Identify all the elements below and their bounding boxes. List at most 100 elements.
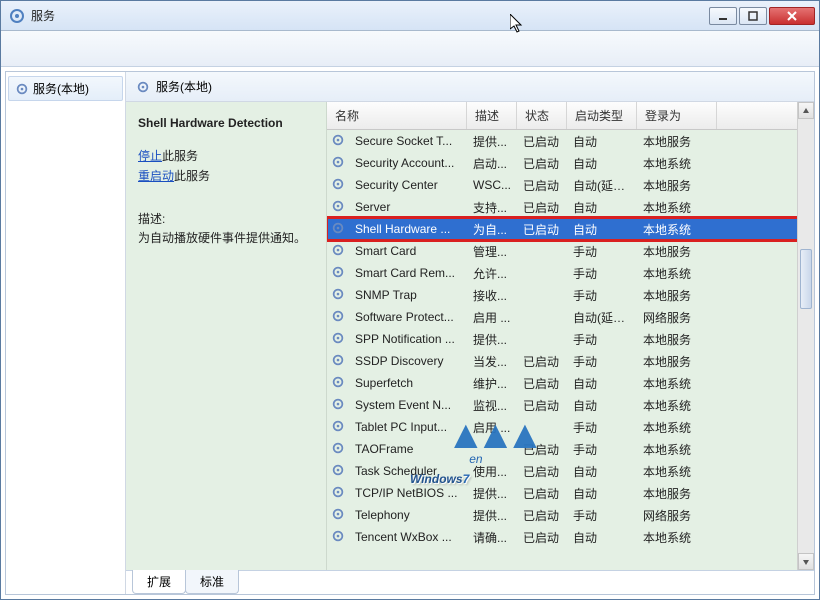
gear-icon	[331, 419, 345, 436]
restart-suffix: 此服务	[174, 169, 210, 183]
stop-suffix: 此服务	[162, 149, 198, 163]
cell-desc: WSC...	[467, 178, 517, 192]
scroll-up-button[interactable]	[798, 102, 814, 119]
cell-name: SNMP Trap	[349, 288, 467, 302]
cell-logon: 本地系统	[637, 529, 717, 546]
table-row[interactable]: Shell Hardware ...为自...已启动自动本地系统	[327, 218, 814, 240]
cell-status: 已启动	[517, 441, 567, 458]
cell-startup: 手动	[567, 419, 637, 436]
cell-status: 已启动	[517, 221, 567, 238]
gear-icon	[331, 375, 345, 392]
cell-name: Smart Card	[349, 244, 467, 258]
gear-icon	[331, 353, 345, 370]
cell-startup: 自动	[567, 221, 637, 238]
window-buttons	[709, 7, 815, 25]
cell-startup: 自动	[567, 133, 637, 150]
titlebar[interactable]: 服务	[1, 1, 819, 31]
cell-logon: 本地系统	[637, 265, 717, 282]
table-row[interactable]: Superfetch维护...已启动自动本地系统	[327, 372, 814, 394]
cell-startup: 手动	[567, 243, 637, 260]
cell-logon: 本地服务	[637, 331, 717, 348]
cell-logon: 本地服务	[637, 243, 717, 260]
tab-standard[interactable]: 标准	[185, 570, 239, 594]
table-row[interactable]: SNMP Trap接收...手动本地服务	[327, 284, 814, 306]
scroll-thumb[interactable]	[800, 249, 812, 309]
table-row[interactable]: Security CenterWSC...已启动自动(延迟...本地服务	[327, 174, 814, 196]
gear-icon	[331, 463, 345, 480]
tree-root-item[interactable]: 服务(本地)	[8, 76, 123, 101]
cell-logon: 本地服务	[637, 177, 717, 194]
cell-logon: 本地服务	[637, 133, 717, 150]
tab-extended[interactable]: 扩展	[132, 570, 186, 594]
stop-link[interactable]: 停止	[138, 149, 162, 163]
cell-startup: 手动	[567, 353, 637, 370]
table-row[interactable]: Tablet PC Input...启用 ...手动本地系统	[327, 416, 814, 438]
cell-logon: 网络服务	[637, 507, 717, 524]
cell-name: Task Scheduler	[349, 464, 467, 478]
toolbar	[1, 31, 819, 67]
table-row[interactable]: TAOFrame已启动手动本地系统	[327, 438, 814, 460]
scroll-track[interactable]	[798, 119, 814, 553]
cell-name: TAOFrame	[349, 442, 467, 456]
cell-status: 已启动	[517, 353, 567, 370]
close-button[interactable]	[769, 7, 815, 25]
tree-root-label: 服务(本地)	[33, 80, 89, 97]
table-row[interactable]: System Event N...监视...已启动自动本地系统	[327, 394, 814, 416]
view-tabs: 扩展 标准	[126, 570, 814, 594]
gear-icon	[331, 133, 345, 150]
minimize-button[interactable]	[709, 7, 737, 25]
table-row[interactable]: Secure Socket T...提供...已启动自动本地服务	[327, 130, 814, 152]
table-row[interactable]: Smart Card管理...手动本地服务	[327, 240, 814, 262]
table-row[interactable]: Smart Card Rem...允许...手动本地系统	[327, 262, 814, 284]
cell-logon: 本地服务	[637, 353, 717, 370]
cell-desc: 提供...	[467, 331, 517, 348]
cell-name: SSDP Discovery	[349, 354, 467, 368]
cell-startup: 自动	[567, 485, 637, 502]
cell-startup: 手动	[567, 265, 637, 282]
col-startup[interactable]: 启动类型	[567, 102, 637, 129]
cell-name: Security Account...	[349, 156, 467, 170]
cell-logon: 本地系统	[637, 397, 717, 414]
window-title: 服务	[31, 7, 709, 24]
list-rows[interactable]: Secure Socket T...提供...已启动自动本地服务Security…	[327, 130, 814, 570]
maximize-button[interactable]	[739, 7, 767, 25]
table-row[interactable]: SPP Notification ...提供...手动本地服务	[327, 328, 814, 350]
cell-desc: 请确...	[467, 529, 517, 546]
table-row[interactable]: TCP/IP NetBIOS ...提供...已启动自动本地服务	[327, 482, 814, 504]
list-header: 名称 描述 状态 启动类型 登录为	[327, 102, 814, 130]
cell-desc: 启动...	[467, 155, 517, 172]
cell-desc: 允许...	[467, 265, 517, 282]
cell-logon: 本地系统	[637, 419, 717, 436]
service-list: 名称 描述 状态 启动类型 登录为 Secure Socket T...提供..…	[326, 102, 814, 570]
gear-icon	[15, 82, 29, 96]
col-name[interactable]: 名称	[327, 102, 467, 129]
cell-name: Tencent WxBox ...	[349, 530, 467, 544]
col-desc[interactable]: 描述	[467, 102, 517, 129]
table-row[interactable]: SSDP Discovery当发...已启动手动本地服务	[327, 350, 814, 372]
table-row[interactable]: Security Account...启动...已启动自动本地系统	[327, 152, 814, 174]
cell-startup: 自动(延迟...	[567, 309, 637, 326]
table-row[interactable]: Task Scheduler使用...已启动自动本地系统	[327, 460, 814, 482]
cell-desc: 启用 ...	[467, 309, 517, 326]
col-status[interactable]: 状态	[517, 102, 567, 129]
table-row[interactable]: Software Protect...启用 ...自动(延迟...网络服务	[327, 306, 814, 328]
restart-link[interactable]: 重启动	[138, 169, 174, 183]
cell-startup: 自动	[567, 375, 637, 392]
scroll-down-button[interactable]	[798, 553, 814, 570]
app-icon	[9, 8, 25, 24]
gear-icon	[331, 529, 345, 546]
vertical-scrollbar[interactable]	[797, 102, 814, 570]
table-row[interactable]: Telephony提供...已启动手动网络服务	[327, 504, 814, 526]
cell-status: 已启动	[517, 397, 567, 414]
table-row[interactable]: Tencent WxBox ...请确...已启动自动本地系统	[327, 526, 814, 548]
cell-name: Tablet PC Input...	[349, 420, 467, 434]
tree-pane[interactable]: 服务(本地)	[6, 72, 126, 594]
cell-startup: 自动	[567, 199, 637, 216]
col-logon[interactable]: 登录为	[637, 102, 717, 129]
gear-icon	[136, 80, 150, 94]
cell-status: 已启动	[517, 463, 567, 480]
table-row[interactable]: Server支持...已启动自动本地系统	[327, 196, 814, 218]
cell-desc: 支持...	[467, 199, 517, 216]
cell-logon: 本地系统	[637, 441, 717, 458]
cell-status: 已启动	[517, 485, 567, 502]
